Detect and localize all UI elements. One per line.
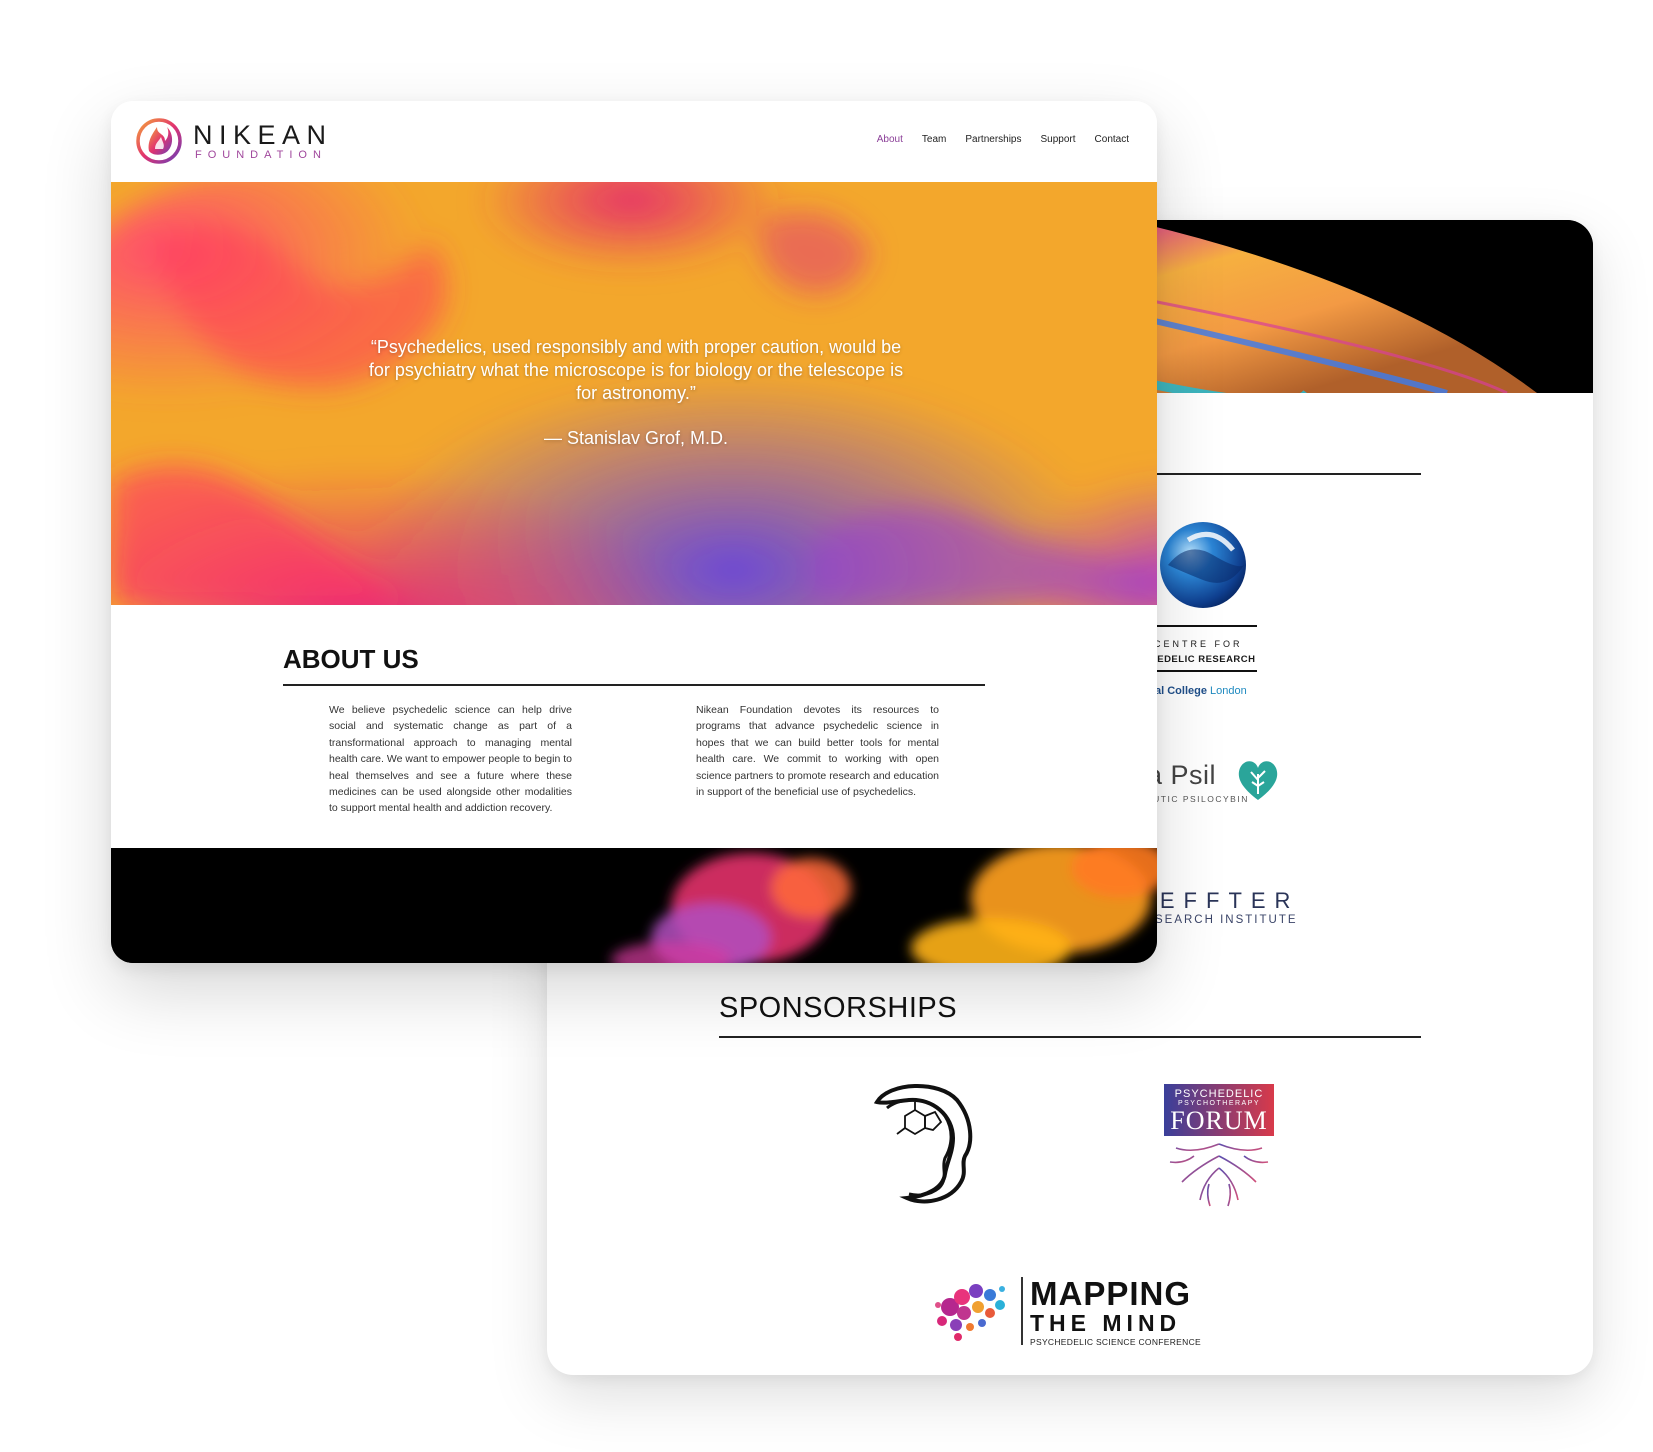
heffter-name: HEFFTER [1135,888,1300,913]
nav-about[interactable]: About [877,134,903,145]
psychedelic-psychotherapy-forum-logo[interactable]: PSYCHEDELIC PSYCHOTHERAPY FORUM [1164,1084,1274,1209]
sponsorships-heading: SPONSORSHIPS [719,992,958,1024]
brand-subtitle: FOUNDATION [195,149,327,161]
sponsorships-rule [719,1036,1421,1038]
molecule-head-icon [873,1083,973,1204]
heffter-logo[interactable]: HEFFTER RESEARCH INSTITUTE [1135,888,1335,938]
mapping-line-3: PSYCHEDELIC SCIENCE CONFERENCE [1030,1337,1202,1347]
main-nav: About Team Partnerships Support Contact [877,134,1129,145]
about-heading: ABOUT US [283,644,419,674]
imperial-college-light: London [1210,685,1247,697]
about-rule [283,684,985,686]
nav-support[interactable]: Support [1041,134,1076,145]
nav-contact[interactable]: Contact [1095,134,1129,145]
molecule-head-logo[interactable] [869,1082,979,1207]
site-header: NIKEAN FOUNDATION About Team Partnership… [111,101,1157,182]
footer-image-strip [111,848,1157,963]
nikean-logo-icon [136,118,182,164]
brand-logo[interactable]: NIKEAN FOUNDATION [135,117,333,165]
mapping-mind-brain-icon [935,1284,1005,1341]
forum-line-3: FORUM [1170,1106,1268,1135]
about-paragraph-right: Nikean Foundation devotes its resources … [696,704,939,799]
mapping-line-1: MAPPING [1030,1275,1192,1312]
hero-banner: “Psychedelics, used responsibly and with… [111,182,1157,605]
about-paragraph-left: We believe psychedelic science can help … [329,704,572,815]
nav-partnerships[interactable]: Partnerships [965,134,1021,145]
hero-quote: “Psychedelics, used responsibly and with… [368,337,904,403]
hero-attribution: — Stanislav Grof, M.D. [543,428,729,448]
ink-footer-image [111,848,1157,963]
about-page-card: NIKEAN FOUNDATION About Team Partnership… [111,101,1157,963]
brand-name: NIKEAN [193,120,333,150]
mapping-line-2: THE MIND [1030,1310,1182,1336]
mapping-the-mind-logo[interactable]: MAPPING THE MIND PSYCHEDELIC SCIENCE CON… [932,1275,1212,1349]
centre-psychedelic-research-logo-icon [1160,522,1246,608]
nav-team[interactable]: Team [922,134,946,145]
forum-line-1: PSYCHEDELIC [1174,1088,1264,1100]
heffter-sub: RESEARCH INSTITUTE [1135,914,1298,926]
